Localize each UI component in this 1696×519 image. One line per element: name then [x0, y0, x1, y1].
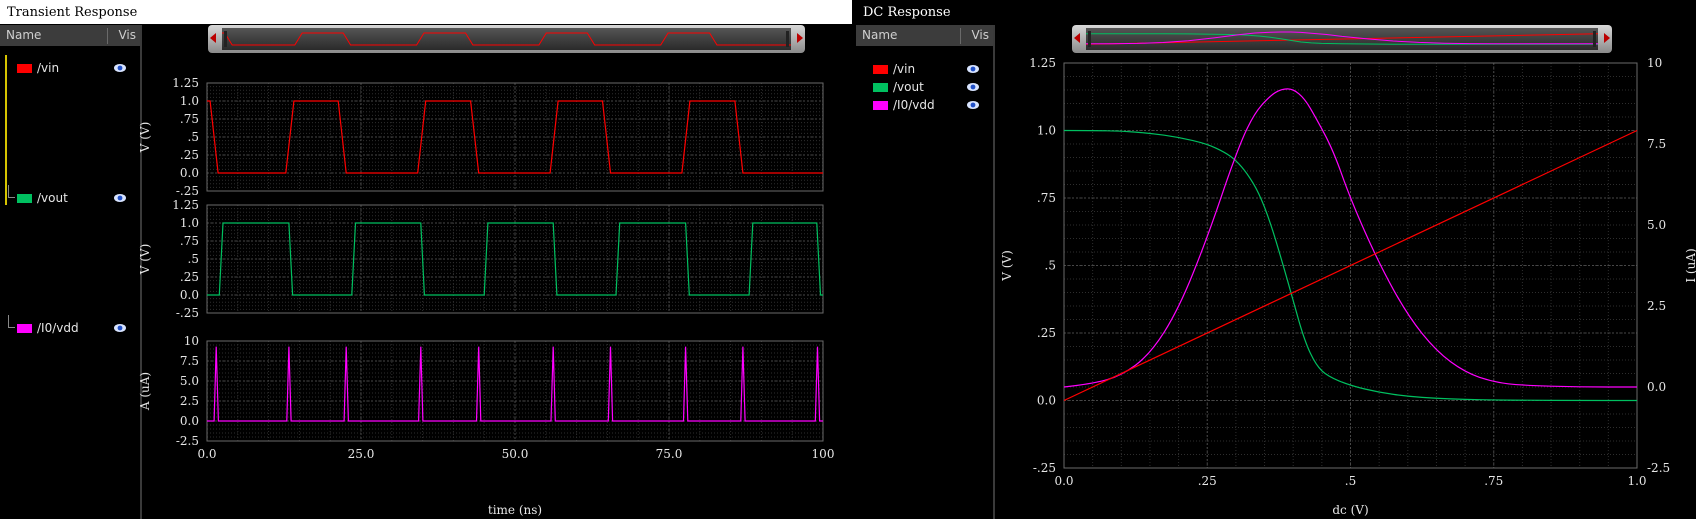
y-tick-label: .75	[1037, 191, 1056, 205]
x-tick-label: 75.0	[656, 447, 683, 461]
y-tick-label: 1.0	[180, 216, 199, 230]
x-axis-label: time (ns)	[488, 503, 542, 517]
y-tick-label: 0.0	[1037, 394, 1056, 408]
y-right-axis-label: I (uA)	[1684, 248, 1696, 282]
transient-plot[interactable]: 1.25 1.0 .75 .5 .25 0.0 -.25 V (V) 1.25 1.0 .75 .5.…	[0, 0, 852, 519]
y-tick-label: .5	[1045, 259, 1056, 273]
x-tick-label: 50.0	[502, 447, 529, 461]
y-tick-label: -.25	[176, 184, 199, 198]
y-axis-label: V (V)	[1000, 250, 1014, 282]
y-tick-label: .5	[188, 252, 199, 266]
x-tick-label: 0.0	[197, 447, 216, 461]
x-tick-label: .5	[1345, 474, 1356, 488]
dc-plot[interactable]: 1.251.0.75.5.250.0-.250.0.25.5.75 1.0107.…	[856, 0, 1696, 519]
y-right-tick-label: -2.5	[1647, 461, 1670, 475]
y-tick-label: .25	[180, 148, 199, 162]
x-tick-label: 25.0	[348, 447, 375, 461]
y-tick-label: 2.5	[180, 394, 199, 408]
x-tick-label: 0.0	[1054, 474, 1073, 488]
y-tick-label: 0.0	[180, 288, 199, 302]
y-tick-label: 0.0	[180, 166, 199, 180]
y-tick-label: 10	[184, 334, 199, 348]
y-tick-label: .25	[180, 270, 199, 284]
y-tick-label: 1.25	[1029, 56, 1056, 70]
y-tick-label: 1.25	[172, 76, 199, 90]
y-tick-label: .25	[1037, 326, 1056, 340]
x-axis-label: dc (V)	[1332, 503, 1368, 517]
x-tick-label: 1.0	[1627, 474, 1646, 488]
dc-response-window: DC Response Name Vis /vin /vout /I0/vdd	[856, 0, 1696, 519]
y-tick-label: 1.0	[1037, 124, 1056, 138]
y-tick-label: 1.0	[180, 94, 199, 108]
y-tick-label: 5.0	[180, 374, 199, 388]
y-axis-label: A (uA)	[138, 372, 152, 411]
y-tick-label: -.25	[1033, 461, 1056, 475]
y-right-tick-label: 2.5	[1647, 299, 1666, 313]
y-tick-label: -.25	[176, 306, 199, 320]
x-tick-label: 100	[812, 447, 835, 461]
y-tick-label: .5	[188, 130, 199, 144]
y-tick-label: .75	[180, 234, 199, 248]
transient-response-window: Transient Response Name Vis /vin /vout /…	[0, 0, 852, 519]
y-tick-label: 7.5	[180, 354, 199, 368]
x-tick-label: .25	[1198, 474, 1217, 488]
y-tick-label: -2.5	[176, 434, 199, 448]
y-right-tick-label: 7.5	[1647, 137, 1666, 151]
y-tick-label: 1.25	[172, 198, 199, 212]
x-tick-label: .75	[1484, 474, 1503, 488]
y-right-tick-label: 0.0	[1647, 380, 1666, 394]
y-axis-label: V (V)	[138, 244, 152, 276]
y-tick-label: .75	[180, 112, 199, 126]
y-right-tick-label: 5.0	[1647, 218, 1666, 232]
y-tick-label: 0.0	[180, 414, 199, 428]
y-axis-label: V (V)	[138, 122, 152, 154]
y-right-tick-label: 10	[1647, 56, 1662, 70]
